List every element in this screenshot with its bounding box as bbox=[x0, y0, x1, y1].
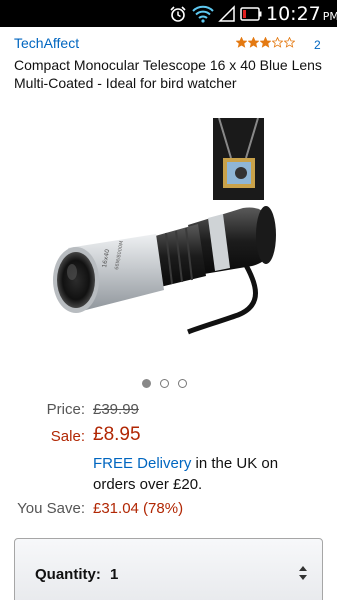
status-bar: 10:27 PM bbox=[0, 0, 337, 27]
star-empty-icon bbox=[272, 37, 283, 48]
clock-ampm: PM bbox=[322, 10, 337, 23]
original-price: £39.99 bbox=[93, 401, 139, 418]
you-save-value: £31.04 (78%) bbox=[93, 500, 184, 517]
sale-label: Sale: bbox=[50, 428, 85, 445]
quantity-value: 1 bbox=[110, 566, 119, 583]
alarm-icon bbox=[168, 4, 188, 23]
battery-icon bbox=[239, 4, 263, 23]
carousel-dot[interactable] bbox=[178, 379, 187, 388]
up-down-arrows-icon bbox=[298, 565, 308, 581]
review-count-link[interactable]: 2 bbox=[314, 38, 321, 52]
you-save-label: You Save: bbox=[17, 500, 85, 517]
free-delivery-link[interactable]: FREE Delivery bbox=[93, 455, 191, 472]
carousel-dot[interactable] bbox=[142, 379, 151, 388]
star-filled-icon bbox=[260, 37, 271, 48]
star-filled-icon bbox=[248, 37, 259, 48]
clock-time: 10:27 bbox=[266, 3, 321, 25]
clock: 10:27 PM bbox=[266, 3, 337, 25]
carousel-dot[interactable] bbox=[160, 379, 169, 388]
delivery-info: FREE Delivery in the UK on orders over £… bbox=[93, 453, 323, 495]
wifi-icon bbox=[192, 4, 214, 23]
quantity-select[interactable]: Quantity: 1 bbox=[14, 538, 323, 600]
star-rating[interactable] bbox=[236, 37, 295, 48]
star-empty-icon bbox=[284, 37, 295, 48]
star-filled-icon bbox=[236, 37, 247, 48]
signal-icon bbox=[217, 4, 237, 23]
price-label: Price: bbox=[46, 401, 85, 418]
lifestyle-thumbnail[interactable] bbox=[213, 118, 264, 200]
sale-price: £8.95 bbox=[93, 424, 141, 445]
product-title: Compact Monocular Telescope 16 x 40 Blue… bbox=[14, 57, 322, 91]
brand-link[interactable]: TechAffect bbox=[14, 35, 79, 51]
image-carousel-dots[interactable] bbox=[142, 379, 187, 388]
quantity-label: Quantity: bbox=[35, 566, 101, 583]
